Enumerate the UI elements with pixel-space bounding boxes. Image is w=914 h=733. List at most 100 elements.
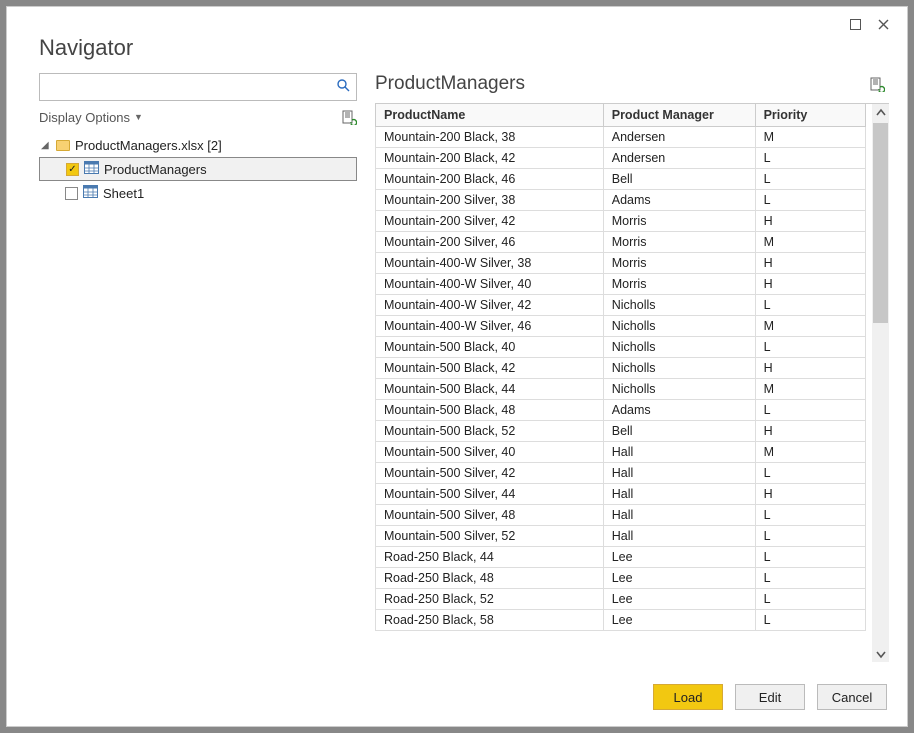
table-cell: Road-250 Black, 52 (376, 589, 604, 610)
table-row[interactable]: Mountain-200 Silver, 46MorrisM (376, 232, 866, 253)
table-row[interactable]: Mountain-200 Black, 42AndersenL (376, 148, 866, 169)
checkbox[interactable] (65, 187, 78, 200)
table-cell: Hall (603, 442, 755, 463)
tree-item-label: ProductManagers (104, 162, 207, 177)
table-row[interactable]: Mountain-500 Black, 40NichollsL (376, 337, 866, 358)
table-cell: L (755, 169, 865, 190)
table-row[interactable]: Mountain-500 Black, 48AdamsL (376, 400, 866, 421)
column-header[interactable]: Priority (755, 104, 865, 127)
preview-table-scroll: ProductNameProduct ManagerPriority Mount… (375, 104, 866, 662)
scroll-down-icon[interactable] (872, 645, 889, 662)
table-cell: Mountain-500 Silver, 48 (376, 505, 604, 526)
table-cell: Mountain-200 Silver, 42 (376, 211, 604, 232)
table-cell: Mountain-500 Black, 52 (376, 421, 604, 442)
search-box[interactable] (39, 73, 357, 101)
table-cell: Andersen (603, 127, 755, 148)
table-row[interactable]: Mountain-500 Black, 42NichollsH (376, 358, 866, 379)
table-row[interactable]: Mountain-500 Silver, 40HallM (376, 442, 866, 463)
column-header[interactable]: Product Manager (603, 104, 755, 127)
table-cell: Mountain-500 Black, 44 (376, 379, 604, 400)
table-cell: L (755, 400, 865, 421)
search-input[interactable] (46, 79, 337, 96)
table-cell: L (755, 568, 865, 589)
cancel-button[interactable]: Cancel (817, 684, 887, 710)
table-cell: Lee (603, 547, 755, 568)
table-cell: Morris (603, 211, 755, 232)
source-tree: ◢ ProductManagers.xlsx [2] ✓ ProductManag… (39, 133, 357, 205)
table-cell: H (755, 211, 865, 232)
edit-button[interactable]: Edit (735, 684, 805, 710)
column-header[interactable]: ProductName (376, 104, 604, 127)
table-cell: Mountain-400-W Silver, 42 (376, 295, 604, 316)
refresh-icon[interactable] (341, 109, 357, 125)
table-cell: Nicholls (603, 295, 755, 316)
table-cell: M (755, 127, 865, 148)
table-cell: H (755, 253, 865, 274)
table-row[interactable]: Mountain-500 Silver, 52HallL (376, 526, 866, 547)
table-cell: Nicholls (603, 316, 755, 337)
table-cell: Andersen (603, 148, 755, 169)
table-row[interactable]: Mountain-200 Black, 46BellL (376, 169, 866, 190)
table-cell: M (755, 442, 865, 463)
scroll-up-icon[interactable] (872, 104, 889, 121)
caret-down-icon[interactable]: ◢ (41, 140, 51, 151)
table-row[interactable]: Mountain-200 Silver, 42MorrisH (376, 211, 866, 232)
close-button[interactable] (869, 14, 897, 34)
table-row[interactable]: Mountain-400-W Silver, 46NichollsM (376, 316, 866, 337)
table-row[interactable]: Mountain-200 Silver, 38AdamsL (376, 190, 866, 211)
preview-refresh-icon[interactable] (869, 76, 885, 92)
table-icon (84, 161, 99, 177)
table-cell: H (755, 421, 865, 442)
table-cell: Bell (603, 169, 755, 190)
table-cell: Mountain-200 Black, 46 (376, 169, 604, 190)
table-row[interactable]: Mountain-400-W Silver, 40MorrisH (376, 274, 866, 295)
table-row[interactable]: Road-250 Black, 58LeeL (376, 610, 866, 631)
table-cell: Adams (603, 400, 755, 421)
load-button[interactable]: Load (653, 684, 723, 710)
table-cell: L (755, 589, 865, 610)
table-cell: Road-250 Black, 44 (376, 547, 604, 568)
table-cell: H (755, 358, 865, 379)
scroll-thumb[interactable] (873, 123, 888, 323)
table-cell: Adams (603, 190, 755, 211)
table-row[interactable]: Road-250 Black, 44LeeL (376, 547, 866, 568)
preview-title: ProductManagers (375, 73, 525, 95)
table-cell: Mountain-200 Silver, 38 (376, 190, 604, 211)
navigator-dialog: Navigator Display Options ▼ (6, 6, 908, 727)
table-row[interactable]: Road-250 Black, 52LeeL (376, 589, 866, 610)
table-cell: Mountain-200 Black, 42 (376, 148, 604, 169)
left-pane: Display Options ▼ ◢ (39, 73, 357, 662)
table-row[interactable]: Mountain-200 Black, 38AndersenM (376, 127, 866, 148)
table-row[interactable]: Mountain-400-W Silver, 42NichollsL (376, 295, 866, 316)
table-cell: L (755, 295, 865, 316)
table-icon (83, 185, 98, 201)
tree-root-label: ProductManagers.xlsx [2] (75, 138, 222, 153)
maximize-button[interactable] (841, 14, 869, 34)
vertical-scrollbar[interactable] (872, 104, 889, 662)
tree-item[interactable]: Sheet1 (39, 181, 357, 205)
table-cell: Mountain-500 Silver, 40 (376, 442, 604, 463)
table-cell: Mountain-500 Silver, 52 (376, 526, 604, 547)
table-cell: L (755, 505, 865, 526)
tree-item[interactable]: ✓ ProductManagers (39, 157, 357, 181)
table-cell: H (755, 484, 865, 505)
table-row[interactable]: Mountain-500 Black, 52BellH (376, 421, 866, 442)
search-icon[interactable] (337, 79, 350, 95)
checkbox[interactable]: ✓ (66, 163, 79, 176)
table-cell: Hall (603, 505, 755, 526)
display-options-dropdown[interactable]: Display Options ▼ (39, 110, 143, 125)
table-cell: L (755, 190, 865, 211)
table-row[interactable]: Mountain-400-W Silver, 38MorrisH (376, 253, 866, 274)
table-row[interactable]: Road-250 Black, 48LeeL (376, 568, 866, 589)
display-options-label: Display Options (39, 110, 130, 125)
table-row[interactable]: Mountain-500 Silver, 42HallL (376, 463, 866, 484)
table-row[interactable]: Mountain-500 Black, 44NichollsM (376, 379, 866, 400)
table-cell: Mountain-400-W Silver, 38 (376, 253, 604, 274)
table-cell: Mountain-400-W Silver, 40 (376, 274, 604, 295)
table-row[interactable]: Mountain-500 Silver, 44HallH (376, 484, 866, 505)
table-cell: H (755, 274, 865, 295)
table-row[interactable]: Mountain-500 Silver, 48HallL (376, 505, 866, 526)
table-cell: Mountain-500 Silver, 42 (376, 463, 604, 484)
tree-root-row[interactable]: ◢ ProductManagers.xlsx [2] (39, 133, 357, 157)
table-cell: Mountain-500 Silver, 44 (376, 484, 604, 505)
